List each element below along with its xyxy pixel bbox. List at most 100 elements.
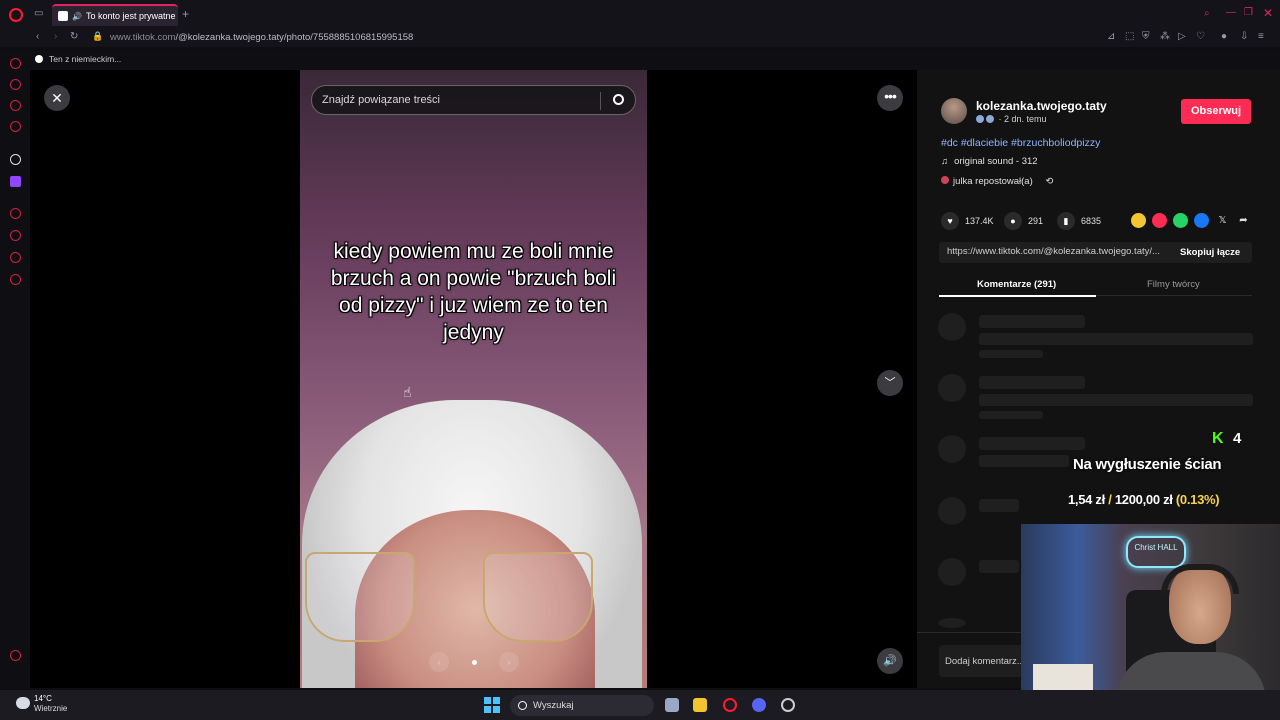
- sidebar-whatsapp-icon[interactable]: [10, 121, 21, 132]
- opera-logo-icon[interactable]: [9, 8, 23, 22]
- heart-icon[interactable]: ♡: [1196, 31, 1205, 42]
- goal-progress: 1,54 zł / 1200,00 zł (0.13%): [1068, 492, 1220, 507]
- browser-tab-active[interactable]: 🔊 To konto jest prywatne: [52, 4, 178, 26]
- lock-icon: 🔒: [92, 31, 104, 41]
- url-field[interactable]: www.tiktok.com/@kolezanka.twojego.taty/p…: [110, 32, 413, 43]
- bookmark-icon: ▮: [1057, 212, 1075, 230]
- snapshot-icon[interactable]: ⬚: [1125, 31, 1134, 42]
- goal-raised: 1,54 zł: [1068, 492, 1105, 507]
- sound-link[interactable]: ♫ original sound - 312: [941, 156, 1038, 167]
- photo-slide[interactable]: kiedy powiem mu ze boli mnie brzuch a on…: [300, 70, 647, 688]
- sidebar-extensions-icon[interactable]: [10, 252, 21, 263]
- windows-taskbar: 14°C Wietrznie Wyszukaj: [0, 690, 1280, 720]
- vpn-icon[interactable]: ⛨: [1142, 31, 1150, 42]
- related-search-input[interactable]: Znajdź powiązane treści: [311, 85, 636, 115]
- task-view-icon[interactable]: [665, 698, 679, 712]
- sidebar-aria-ai-icon[interactable]: [10, 154, 21, 165]
- url-host: www.tiktok.com: [110, 32, 176, 43]
- skeleton-avatar: [938, 435, 966, 463]
- author-username[interactable]: kolezanka.twojego.taty: [976, 99, 1107, 113]
- active-tab-indicator: [939, 295, 1096, 297]
- avatar[interactable]: [941, 98, 967, 124]
- weather-widget[interactable]: 14°C Wietrznie: [14, 694, 67, 714]
- taskbar-search-label: Wyszukaj: [533, 700, 574, 711]
- goal-percent: (0.13%): [1175, 492, 1220, 507]
- whatsapp-icon[interactable]: [1173, 213, 1188, 228]
- search-tabs-icon[interactable]: ⌕: [1204, 8, 1210, 19]
- taskbar-search[interactable]: Wyszukaj: [510, 695, 654, 716]
- url-path: /@kolezanka.twojego.taty/photo/755888510…: [175, 32, 414, 43]
- workspaces-icon[interactable]: ▭: [34, 8, 43, 19]
- new-tab-icon[interactable]: +: [182, 7, 189, 21]
- minimize-icon[interactable]: —: [1226, 7, 1236, 18]
- maximize-icon[interactable]: ❐: [1244, 7, 1253, 18]
- app-icon[interactable]: [781, 698, 795, 712]
- engagement-bar: ♥ 137.4K ● 291 ▮ 6835 𝕏 ➦: [941, 212, 1261, 230]
- next-post-button[interactable]: ﹀: [877, 370, 903, 396]
- close-window-icon[interactable]: ✕: [1263, 6, 1273, 20]
- kick-logo-icon: K: [1212, 430, 1224, 447]
- player-icon[interactable]: ▷: [1178, 31, 1186, 42]
- sidebar-gx-icon[interactable]: [10, 650, 21, 661]
- photo-caption: kiedy powiem mu ze boli mnie brzuch a on…: [330, 240, 617, 344]
- share-embed-icon[interactable]: [1131, 213, 1146, 228]
- discord-icon[interactable]: [752, 698, 766, 712]
- download-icon[interactable]: ⇩: [1240, 31, 1248, 42]
- more-options-button[interactable]: •••: [877, 85, 903, 111]
- hashtags[interactable]: #dc #dlaciebie #brzuchboliodpizzy: [941, 137, 1100, 149]
- search-icon[interactable]: [613, 94, 624, 105]
- sidebar-crypto-icon[interactable]: [10, 79, 21, 90]
- facebook-icon[interactable]: [1194, 213, 1209, 228]
- sidebar-messenger-icon[interactable]: [10, 100, 21, 111]
- follow-button[interactable]: Obserwuj: [1181, 99, 1251, 124]
- forward-icon[interactable]: ›: [54, 31, 57, 42]
- tab-creator-videos[interactable]: Filmy twórcy: [1147, 279, 1200, 290]
- prev-photo-button[interactable]: ‹: [429, 652, 449, 672]
- reload-icon[interactable]: ↻: [70, 31, 78, 42]
- volume-button[interactable]: 🔊: [877, 648, 903, 674]
- next-photo-button[interactable]: ›: [499, 652, 519, 672]
- tab-title: To konto jest prywatne: [85, 11, 176, 21]
- comment-count: 291: [1028, 216, 1044, 226]
- share-arrow-icon[interactable]: ➦: [1236, 213, 1251, 228]
- skeleton-avatar: [938, 374, 966, 402]
- sidebar-twitch-icon[interactable]: [10, 176, 21, 187]
- back-icon[interactable]: ‹: [36, 31, 39, 42]
- close-viewer-button[interactable]: ✕: [44, 85, 70, 111]
- like-button[interactable]: ♥ 137.4K: [941, 212, 994, 230]
- emoji-icon: [986, 115, 994, 123]
- photo-pager: ‹ ›: [429, 652, 519, 672]
- glasses-left-lens: [305, 552, 415, 642]
- pin-icon[interactable]: ⊿: [1107, 31, 1115, 42]
- repost-avatar-icon: [941, 176, 949, 184]
- skeleton-line: [979, 315, 1085, 328]
- comment-button[interactable]: ● 291: [1004, 212, 1043, 230]
- profile-icon[interactable]: ●: [1221, 31, 1227, 42]
- sidebar-settings-icon[interactable]: [10, 274, 21, 285]
- menu-icon[interactable]: ≡: [1258, 31, 1264, 42]
- file-explorer-icon[interactable]: [693, 698, 707, 712]
- overlay-count: 4: [1233, 430, 1242, 447]
- tab-comments[interactable]: Komentarze (291): [977, 279, 1056, 290]
- save-button[interactable]: ▮ 6835: [1057, 212, 1101, 230]
- skeleton-line: [979, 560, 1019, 573]
- copy-link-button[interactable]: Skopiuj łącze: [1180, 247, 1240, 258]
- goal-target: 1200,00 zł: [1114, 492, 1173, 507]
- sidebar-aria-icon[interactable]: [10, 58, 21, 69]
- music-note-icon: ♫: [941, 156, 949, 167]
- weather-icon: [16, 697, 30, 709]
- search-placeholder: Znajdź powiązane treści: [322, 94, 441, 106]
- bookmark-favicon-icon: [35, 55, 43, 63]
- x-icon[interactable]: 𝕏: [1215, 213, 1230, 228]
- bookmark-item[interactable]: Ten z niemieckim...: [49, 54, 121, 64]
- windows-start-icon[interactable]: [484, 697, 500, 713]
- search-icon: [518, 701, 527, 710]
- sidebar-player-icon[interactable]: [10, 208, 21, 219]
- opera-gx-taskbar-icon[interactable]: [723, 698, 737, 712]
- translate-icon[interactable]: ⁂: [1160, 31, 1170, 42]
- share-send-icon[interactable]: [1152, 213, 1167, 228]
- sidebar-history-icon[interactable]: [10, 230, 21, 241]
- headphones-icon: [1161, 564, 1239, 594]
- goal-title: Na wygłuszenie ścian: [1073, 456, 1222, 473]
- skeleton-line: [979, 376, 1085, 389]
